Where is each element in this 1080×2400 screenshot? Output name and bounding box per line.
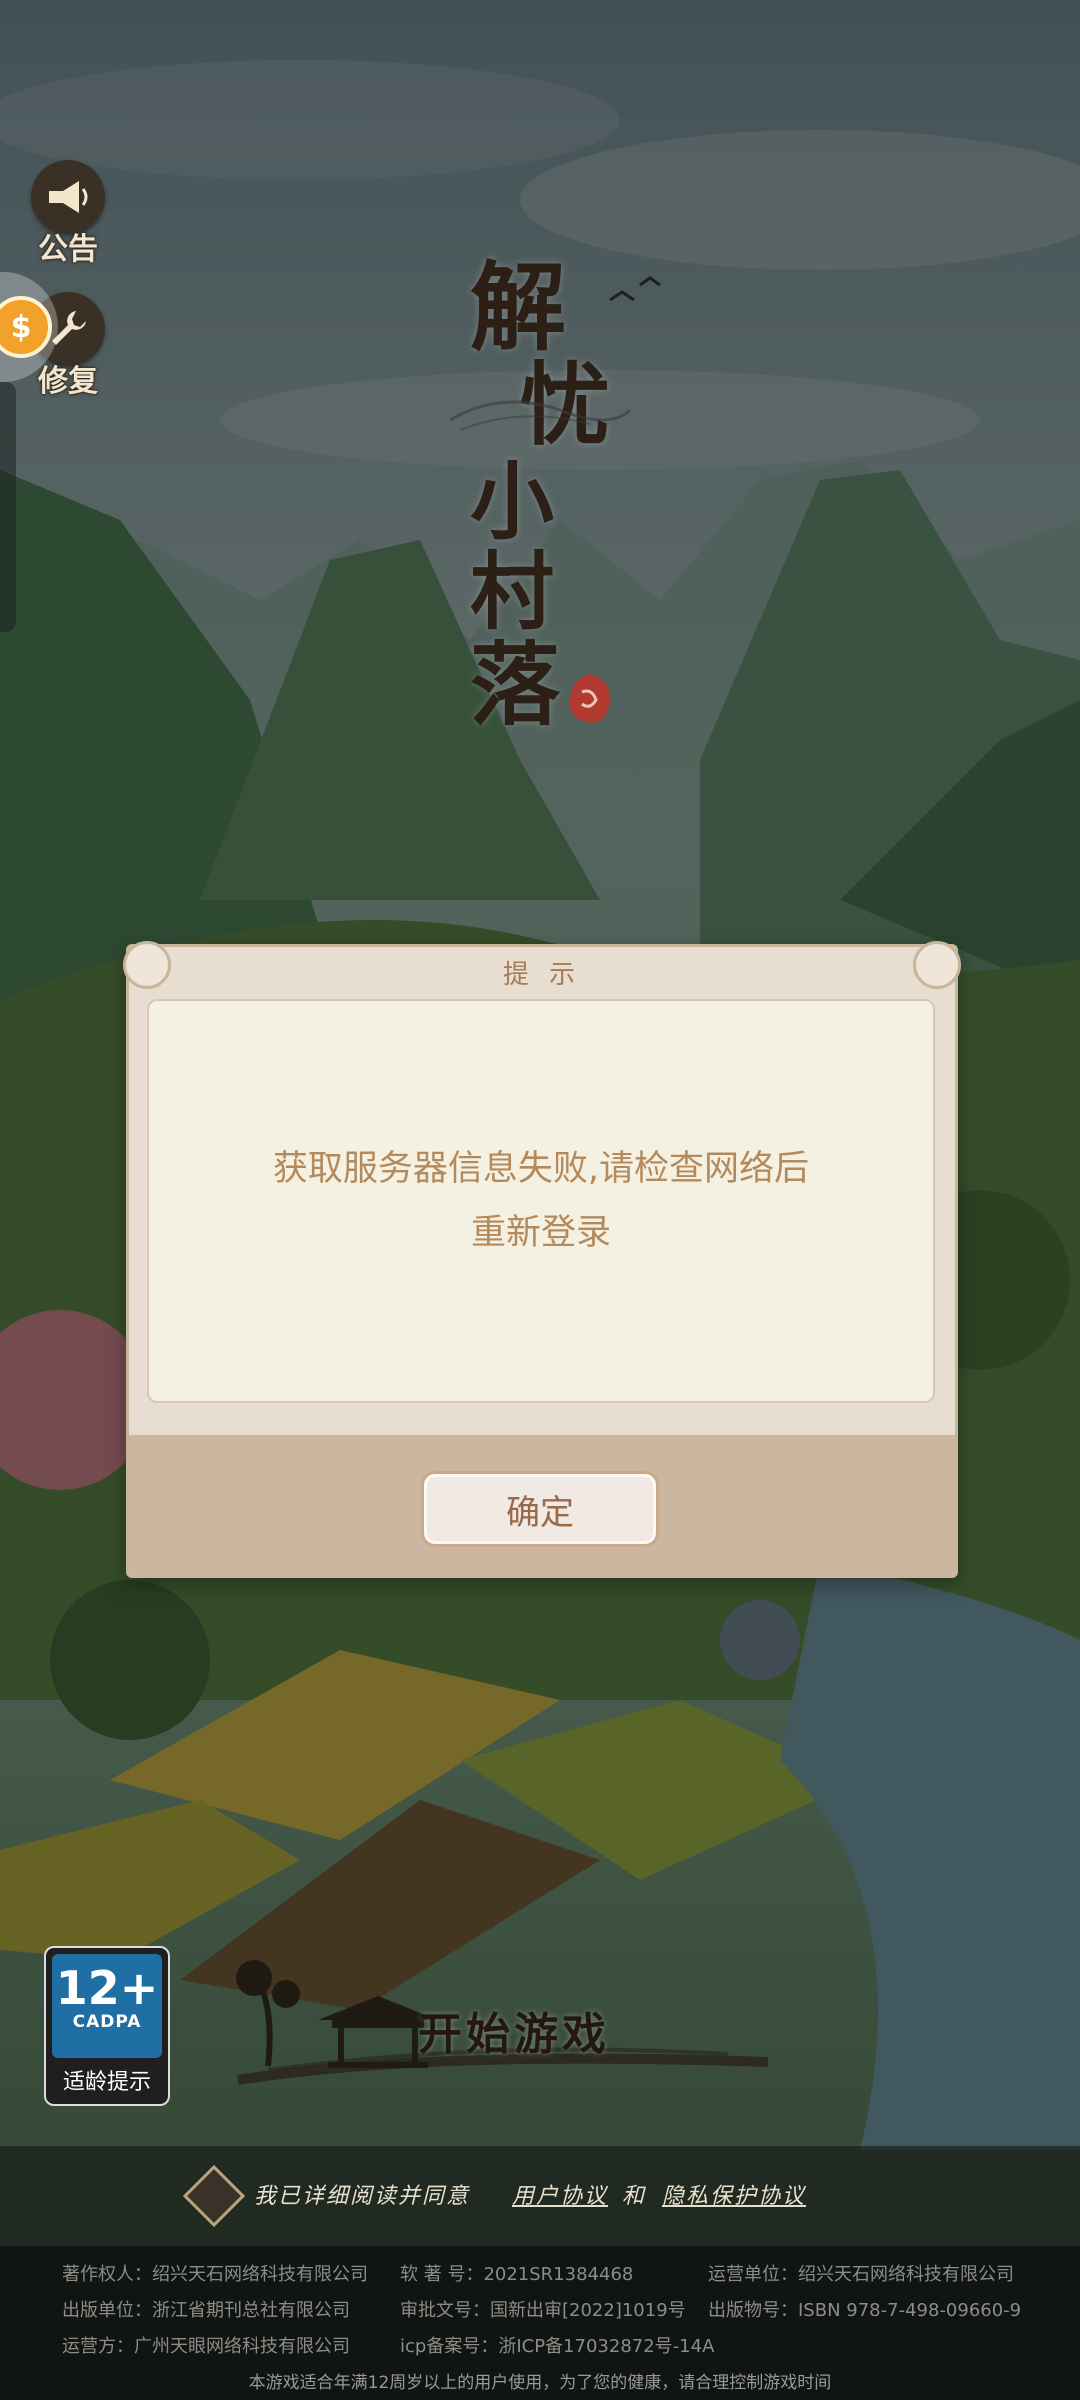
software-registration: 软 著 号：2021SR1384468 [400, 2264, 634, 2285]
rating-org: CADPA [72, 2012, 142, 2032]
start-game-button[interactable]: 开始游戏 [228, 1950, 788, 2100]
network-error-dialog: 提 示 获取服务器信息失败,请检查网络后 重新登录 确定 [123, 941, 961, 1578]
message-line-2: 重新登录 [470, 1213, 611, 1253]
user-agreement-link[interactable]: 用户协议 [512, 2178, 608, 2210]
operator-unit: 运营单位：绍兴天石网络科技有限公司 [708, 2264, 1014, 2285]
agreement-and: 和 [622, 2184, 645, 2209]
notice-label: 公告 [38, 232, 98, 267]
publisher: 出版单位：浙江省期刊总社有限公司 [62, 2300, 350, 2321]
seal-icon [569, 674, 611, 723]
cloud-swirl-icon [449, 400, 632, 431]
agreement-text: 我已详细阅读并同意 [254, 2184, 471, 2209]
publication-number: 出版物号：ISBN 978-7-498-09660-9 [708, 2300, 1022, 2321]
corner-ornament [913, 941, 961, 989]
edge-handle[interactable] [0, 382, 16, 632]
icp-number: icp备案号：浙ICP备17032872号-14A [400, 2336, 715, 2357]
age-number: 12+ [55, 1961, 159, 2015]
logo-char-4: 村 [470, 542, 555, 641]
agreement-checkbox[interactable] [182, 2164, 246, 2228]
logo-char-1: 解 [470, 251, 566, 364]
confirm-button[interactable]: 确定 [421, 1471, 659, 1547]
operator: 运营方：广州天眼网络科技有限公司 [62, 2336, 350, 2357]
copyright-footer: 著作权人：绍兴天石网络科技有限公司 软 著 号：2021SR1384468 运营… [0, 2246, 1080, 2400]
age-tip-label: 适龄提示 [62, 2070, 151, 2095]
notice-button[interactable]: 公告 [28, 160, 108, 268]
corner-ornament [123, 941, 171, 989]
age-rating-badge[interactable]: 12+ CADPA 适龄提示 [44, 1946, 170, 2106]
health-notice: 本游戏适合年满12周岁以上的用户使用，为了您的健康，请合理控制游戏时间 [248, 2373, 832, 2393]
megaphone-icon [31, 160, 105, 234]
start-game-label: 开始游戏 [418, 2009, 610, 2060]
dialog-title: 提 示 [502, 959, 582, 990]
logo-char-5: 落 [470, 632, 560, 738]
assistant-coin-icon: $ [0, 296, 52, 358]
copyright-owner: 著作权人：绍兴天石网络科技有限公司 [62, 2264, 368, 2285]
dialog-content: 获取服务器信息失败,请检查网络后 重新登录 [147, 999, 935, 1403]
logo-char-3: 小 [470, 452, 555, 551]
dialog-message: 获取服务器信息失败,请检查网络后 重新登录 [221, 1137, 861, 1265]
message-line-1: 获取服务器信息失败,请检查网络后 [272, 1149, 810, 1189]
dialog-header: 提 示 [129, 947, 955, 997]
agreement-bar: 我已详细阅读并同意 用户协议 和 隐私保护协议 [0, 2146, 1080, 2246]
privacy-policy-link[interactable]: 隐私保护协议 [662, 2178, 806, 2210]
approval-number: 审批文号：国新出审[2022]1019号 [400, 2300, 686, 2321]
